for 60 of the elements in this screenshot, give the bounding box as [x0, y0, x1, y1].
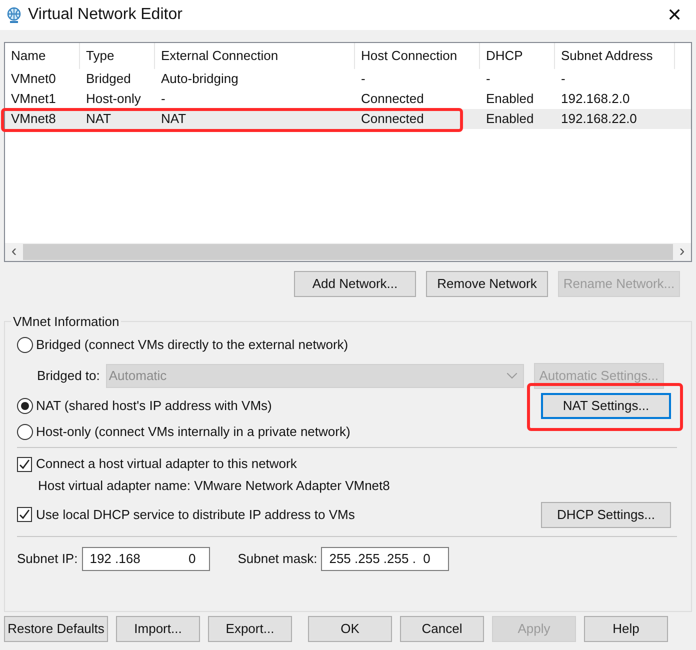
- table-cell-text: NAT: [160, 110, 188, 128]
- dialog-button[interactable]: Import...: [116, 616, 200, 642]
- dialog-button[interactable]: Cancel: [400, 616, 484, 642]
- dialog-button[interactable]: OK: [308, 616, 392, 642]
- table-cell-text: VMnet1: [10, 90, 57, 108]
- close-button[interactable]: ✕: [667, 6, 682, 24]
- globe-icon: [6, 7, 22, 23]
- radio-label: Host-only (connect VMs internally in a private network): [36, 423, 350, 442]
- field-label: Subnet IP:: [17, 550, 78, 568]
- dhcp-settings-button[interactable]: DHCP Settings...: [541, 502, 671, 528]
- column-header[interactable]: External Connection: [155, 43, 355, 69]
- column-header[interactable]: DHCP: [480, 43, 555, 69]
- table-cell-text: Connected: [360, 110, 425, 128]
- scroll-left-button[interactable]: ‹: [5, 244, 23, 260]
- column-header[interactable]: Name: [5, 43, 80, 69]
- network-button[interactable]: Add Network...: [294, 271, 416, 297]
- table-cell-text: -: [560, 70, 566, 88]
- table-cell-text: Host-only: [85, 90, 142, 108]
- table-cell-text: Auto-bridging: [160, 70, 240, 88]
- adapter-name-text: Host virtual adapter name: VMware Network Adapter VMnet8: [38, 477, 391, 495]
- table-row[interactable]: VMnet0 Bridged Auto-bridging - - -: [5, 69, 691, 89]
- table-cell-text: Enabled: [485, 90, 535, 108]
- nat-settings-button[interactable]: NAT Settings...: [541, 393, 671, 419]
- dialog-button[interactable]: Restore Defaults: [4, 616, 108, 642]
- table-cell-text: 192.168.2.0: [560, 90, 631, 108]
- radio-button[interactable]: [17, 398, 33, 414]
- window-title: Virtual Network Editor: [28, 5, 182, 25]
- table-cell-text: Enabled: [485, 110, 535, 128]
- radio-label: Bridged (connect VMs directly to the external network): [36, 336, 348, 354]
- checkbox-label: Use local DHCP service to distribute IP address to VMs: [36, 506, 355, 524]
- table-cell-text: Bridged: [85, 70, 132, 88]
- scroll-right-button[interactable]: ›: [673, 244, 691, 260]
- table-cell-text: NAT: [85, 110, 112, 128]
- subnet-mask-field[interactable]: 255 .255 .255 . 0: [321, 546, 450, 570]
- subnet-ip-field[interactable]: 192 .168 0: [82, 546, 210, 570]
- radio-button[interactable]: [17, 424, 33, 440]
- radio-button[interactable]: [17, 337, 33, 353]
- column-header[interactable]: Subnet Address: [555, 43, 675, 69]
- table-cell-text: -: [360, 70, 366, 88]
- scrollbar-thumb[interactable]: [23, 244, 673, 260]
- dialog-button[interactable]: Help: [584, 616, 668, 642]
- network-button[interactable]: Remove Network: [426, 271, 548, 297]
- chevron-down-icon: [506, 373, 517, 379]
- radio-label: NAT (shared host's IP address with VMs): [36, 397, 272, 416]
- table-cell-text: VMnet0: [10, 70, 57, 88]
- table-cell-text: -: [160, 90, 166, 108]
- column-header[interactable]: Type: [80, 43, 155, 69]
- table-row[interactable]: VMnet1 Host-only - Connected Enabled 192.168.2.0: [5, 89, 691, 109]
- field-label: Subnet mask:: [238, 550, 318, 568]
- field-label: Bridged to:: [37, 367, 100, 386]
- table-cell-text: Connected: [360, 90, 425, 108]
- table-cell-text: 192.168.22.0: [560, 110, 638, 128]
- checkbox-label: Connect a host virtual adapter to this network: [36, 455, 297, 474]
- checkbox[interactable]: [17, 507, 32, 522]
- table-cell-text: VMnet8: [10, 110, 57, 128]
- checkbox[interactable]: [17, 456, 32, 472]
- dialog-button[interactable]: Export...: [208, 616, 292, 642]
- column-header[interactable]: Host Connection: [355, 43, 480, 69]
- table-cell-text: -: [485, 70, 492, 88]
- table-row[interactable]: VMnet8 NAT NAT Connected Enabled 192.168.22.0: [5, 109, 691, 129]
